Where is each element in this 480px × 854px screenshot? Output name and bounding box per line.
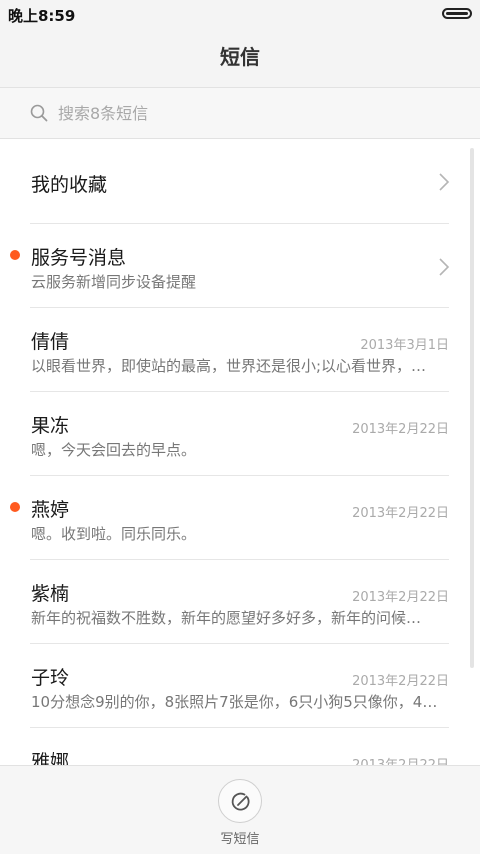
conversation-date: 2013年2月22日 xyxy=(352,590,449,605)
conversation-date: 2013年2月22日 xyxy=(352,754,449,765)
conversation-name: 紫楠 xyxy=(31,583,70,605)
conversation-preview: 新年的祝福数不胜数，新年的愿望好多好多，新年的问候… xyxy=(31,609,422,627)
conversation-preview: 云服务新增同步设备提醒 xyxy=(31,273,197,291)
search-input[interactable] xyxy=(58,102,438,124)
conversation-preview: 以眼看世界，即使站的最高，世界还是很小;以心看世界，… xyxy=(31,357,427,375)
battery-icon xyxy=(442,8,472,19)
compose-label: 写短信 xyxy=(220,832,260,847)
service-messages-row[interactable]: 服务号消息 云服务新增同步设备提醒 xyxy=(0,224,480,308)
conversation-name: 雅娜 xyxy=(31,751,70,765)
conversation-name: 服务号消息 xyxy=(31,247,127,269)
conversation-name: 倩倩 xyxy=(31,331,70,353)
conversation-date: 2013年2月22日 xyxy=(352,422,449,437)
compose-button[interactable] xyxy=(218,779,262,823)
unread-dot-icon xyxy=(10,250,20,260)
conversation-preview: 嗯。收到啦。同乐同乐。 xyxy=(31,525,197,543)
conversation-date: 2013年2月22日 xyxy=(352,506,449,521)
conversation-preview: 嗯，今天会回去的早点。 xyxy=(31,441,197,459)
page-title: 短信 xyxy=(220,45,260,69)
conversation-row[interactable]: 子玲 2013年2月22日 10分想念9别的你，8张照片7张是你，6只小狗5只像… xyxy=(0,644,480,728)
conversation-list[interactable]: 我的收藏 服务号消息 云服务新增同步设备提醒 倩倩 2013年3月1日 以眼看世… xyxy=(0,140,480,765)
conversation-name: 子玲 xyxy=(31,667,70,689)
conversation-row[interactable]: 倩倩 2013年3月1日 以眼看世界，即使站的最高，世界还是很小;以心看世界，… xyxy=(0,308,480,392)
conversation-row[interactable]: 果冻 2013年2月22日 嗯，今天会回去的早点。 xyxy=(0,392,480,476)
search-icon xyxy=(30,104,48,122)
conversation-preview: 10分想念9别的你，8张照片7张是你，6只小狗5只像你，4… xyxy=(31,693,438,711)
search-bar[interactable] xyxy=(0,88,480,139)
unread-dot-icon xyxy=(10,502,20,512)
status-time: 晚上8:59 xyxy=(8,7,76,25)
chevron-right-icon xyxy=(439,258,450,276)
status-bar: 晚上8:59 xyxy=(0,0,480,28)
conversation-name: 燕婷 xyxy=(31,499,70,521)
conversation-row[interactable]: 燕婷 2013年2月22日 嗯。收到啦。同乐同乐。 xyxy=(0,476,480,560)
favorites-label: 我的收藏 xyxy=(31,174,108,196)
bottom-bar: 写短信 xyxy=(0,765,480,854)
chevron-right-icon xyxy=(439,173,450,191)
conversation-row[interactable]: 紫楠 2013年2月22日 新年的祝福数不胜数，新年的愿望好多好多，新年的问候… xyxy=(0,560,480,644)
conversation-date: 2013年2月22日 xyxy=(352,674,449,689)
title-bar: 短信 xyxy=(0,28,480,88)
conversation-name: 果冻 xyxy=(31,415,70,437)
conversation-row[interactable]: 雅娜 2013年2月22日 xyxy=(0,728,480,765)
favorites-row[interactable]: 我的收藏 xyxy=(0,140,480,224)
compose-icon xyxy=(231,792,250,811)
conversation-date: 2013年3月1日 xyxy=(360,338,449,353)
scrollbar[interactable] xyxy=(470,148,474,668)
